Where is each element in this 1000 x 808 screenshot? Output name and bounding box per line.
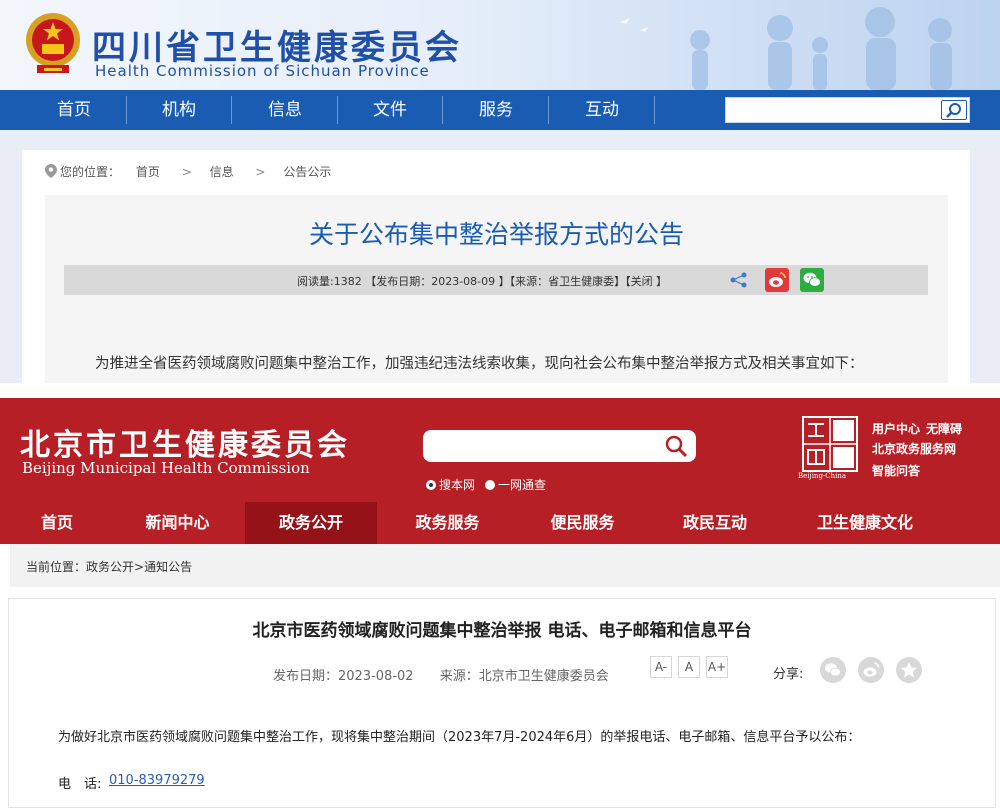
breadcrumb-item-home[interactable]: 首页 xyxy=(136,165,160,179)
sichuan-header: 四川省卫生健康委员会 Health Commission of Sichuan … xyxy=(0,0,1000,90)
capital-window-logo-icon[interactable] xyxy=(802,416,858,472)
nav-item-documents[interactable]: 文件 xyxy=(340,90,440,130)
article-meta: 发布日期：2023-08-02 来源：北京市卫生健康委员会 xyxy=(273,665,609,684)
radio-label: 一网通查 xyxy=(498,478,547,492)
radio-selected-icon xyxy=(426,480,436,490)
article-title: 关于公布集中整治举报方式的公告 xyxy=(308,220,684,249)
nav-item-home[interactable]: 首页 xyxy=(24,90,124,130)
weibo-icon xyxy=(863,662,880,677)
article-meta-bar: 阅读量:1382 【发布日期：2023-08-09 】【来源：省卫生健康委】【关… xyxy=(64,265,928,295)
weibo-share-button[interactable] xyxy=(858,657,884,683)
font-normal-button[interactable]: A xyxy=(678,656,700,678)
nav-item-interaction[interactable]: 政民互动 xyxy=(665,502,765,544)
breadcrumb-separator: > xyxy=(181,165,192,179)
phone-label: 电 话: xyxy=(58,777,102,792)
search-button[interactable] xyxy=(941,100,967,120)
nav-divider xyxy=(126,96,127,124)
accessibility-link[interactable]: 无障碍 xyxy=(926,420,962,437)
gov-service-link[interactable]: 北京政务服务网 xyxy=(872,440,956,457)
weibo-icon xyxy=(769,272,786,287)
breadcrumb-item-gov-affairs[interactable]: 政务公开 xyxy=(86,560,134,574)
nav-divider xyxy=(442,96,443,124)
nav-item-information[interactable]: 信息 xyxy=(235,90,335,130)
nav-item-health-culture[interactable]: 卫生健康文化 xyxy=(800,502,930,544)
breadcrumb-item-notices[interactable]: 通知公告 xyxy=(144,560,192,574)
favorite-button[interactable] xyxy=(896,657,922,683)
search-icon[interactable] xyxy=(662,433,690,459)
share-label: 分享: xyxy=(773,667,804,682)
publish-date: 发布日期：2023-08-02 xyxy=(273,669,414,684)
breadcrumb-separator: > xyxy=(255,165,266,179)
nav-divider xyxy=(231,96,232,124)
nav-divider xyxy=(337,96,338,124)
location-icon xyxy=(45,164,57,178)
search-icon xyxy=(946,103,961,118)
breadcrumb: 当前位置：政务公开>通知公告 xyxy=(26,558,192,575)
smart-qa-link[interactable]: 智能问答 xyxy=(872,462,920,479)
breadcrumb-label: 您的位置： xyxy=(60,165,121,179)
wechat-share-button[interactable] xyxy=(820,657,846,683)
nav-item-gov-affairs[interactable]: 政务公开 xyxy=(245,502,377,544)
breadcrumb-separator: > xyxy=(134,560,145,574)
beijing-main-nav: 首页 新闻中心 政务公开 政务服务 便民服务 政民互动 卫生健康文化 xyxy=(0,502,1000,544)
search-scope-site-radio[interactable]: 搜本网 xyxy=(426,476,475,493)
article-meta: 阅读量:1382 【发布日期：2023-08-09 】【来源：省卫生健康委】【关… xyxy=(297,275,668,288)
user-center-link[interactable]: 用户中心 xyxy=(872,420,920,437)
nav-item-interaction[interactable]: 互动 xyxy=(552,90,652,130)
article-source: 来源：北京市卫生健康委员会 xyxy=(439,669,609,684)
share-icon[interactable] xyxy=(730,272,748,288)
nav-item-services[interactable]: 服务 xyxy=(446,90,546,130)
family-banner-image xyxy=(620,7,952,90)
nav-divider xyxy=(654,96,655,124)
breadcrumb-item-info[interactable]: 信息 xyxy=(210,165,234,179)
sichuan-page: 四川省卫生健康委员会 Health Commission of Sichuan … xyxy=(0,0,1000,383)
weibo-share-button[interactable] xyxy=(765,268,789,292)
article-title: 北京市医药领域腐败问题集中整治举报 电话、电子邮箱和信息平台 xyxy=(252,621,752,641)
search-scope-all-radio[interactable]: 一网通查 xyxy=(485,476,546,493)
breadcrumb-item-notices[interactable]: 公告公示 xyxy=(283,165,331,179)
beijing-header: 北京市卫生健康委员会 Beijing Municipal Health Comm… xyxy=(0,398,1000,502)
nav-item-public-services[interactable]: 便民服务 xyxy=(530,502,635,544)
breadcrumb-label: 当前位置： xyxy=(26,560,87,574)
search-input[interactable] xyxy=(433,435,653,457)
favorite-icon xyxy=(901,662,917,678)
wechat-share-button[interactable] xyxy=(800,268,824,292)
font-decrease-button[interactable]: A- xyxy=(650,656,672,678)
sichuan-site-subtitle: Health Commission of Sichuan Province xyxy=(95,62,430,80)
logo-caption: Beijing-China xyxy=(798,472,847,480)
search-input[interactable] xyxy=(728,99,933,121)
beijing-site-title: 北京市卫生健康委员会 xyxy=(20,428,350,463)
radio-unselected-icon xyxy=(485,480,495,490)
beijing-search-box xyxy=(423,430,696,462)
wechat-icon xyxy=(825,663,841,677)
nav-divider xyxy=(548,96,549,124)
beijing-page: 北京市卫生健康委员会 Beijing Municipal Health Comm… xyxy=(0,398,1000,808)
radio-label: 搜本网 xyxy=(439,478,476,492)
nav-item-institutions[interactable]: 机构 xyxy=(129,90,229,130)
national-emblem-icon xyxy=(26,13,80,73)
phone-link[interactable]: 010-83979279 xyxy=(109,773,205,788)
beijing-site-subtitle: Beijing Municipal Health Commission xyxy=(22,459,310,477)
font-increase-button[interactable]: A+ xyxy=(706,656,728,678)
breadcrumb: 您的位置： 首页 > 信息 > 公告公示 xyxy=(45,163,335,180)
article-body: 为推进全省医药领域腐败问题集中整治工作，加强违纪违法线索收集，现向社会公布集中整… xyxy=(95,356,864,372)
article-intro: 为做好北京市医药领域腐败问题集中整治工作，现将集中整治期间（2023年7月-20… xyxy=(58,730,861,745)
nav-item-gov-services[interactable]: 政务服务 xyxy=(395,502,500,544)
sichuan-search-box xyxy=(725,97,970,123)
wechat-icon xyxy=(803,272,821,287)
nav-item-news[interactable]: 新闻中心 xyxy=(125,502,230,544)
nav-item-home[interactable]: 首页 xyxy=(22,502,92,544)
